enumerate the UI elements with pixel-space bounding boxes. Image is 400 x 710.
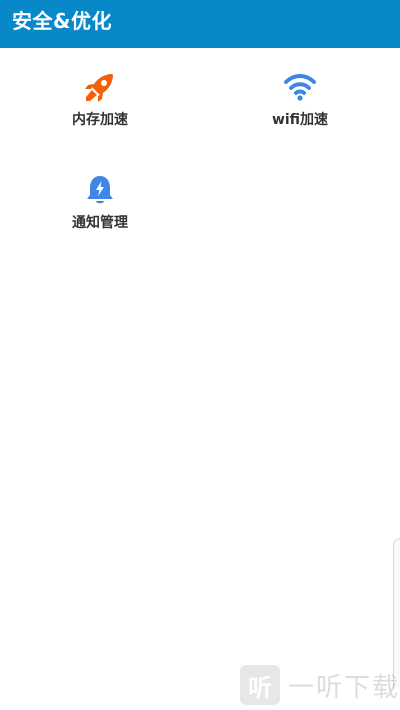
wifi-icon: [283, 70, 317, 104]
page-title: 安全&优化: [12, 8, 112, 33]
bell-bolt-icon: [83, 173, 117, 207]
watermark: 听 一听下载: [240, 665, 400, 705]
app-bar: 安全&优化: [0, 0, 400, 48]
tile-label: wifi加速: [271, 112, 329, 128]
watermark-text: 一听下载: [288, 672, 400, 703]
rocket-icon: [83, 70, 117, 104]
watermark-logo: 听: [240, 665, 280, 705]
tile-label: 通知管理: [72, 215, 128, 231]
wifi-boost-button[interactable]: wifi加速: [230, 70, 370, 150]
notification-manager-button[interactable]: 通知管理: [30, 173, 170, 253]
screen: 安全&优化 内存加速 wifi加速 通知管理 听 一听下载: [0, 0, 400, 710]
tile-label: 内存加速: [72, 112, 128, 128]
memory-boost-button[interactable]: 内存加速: [30, 70, 170, 150]
